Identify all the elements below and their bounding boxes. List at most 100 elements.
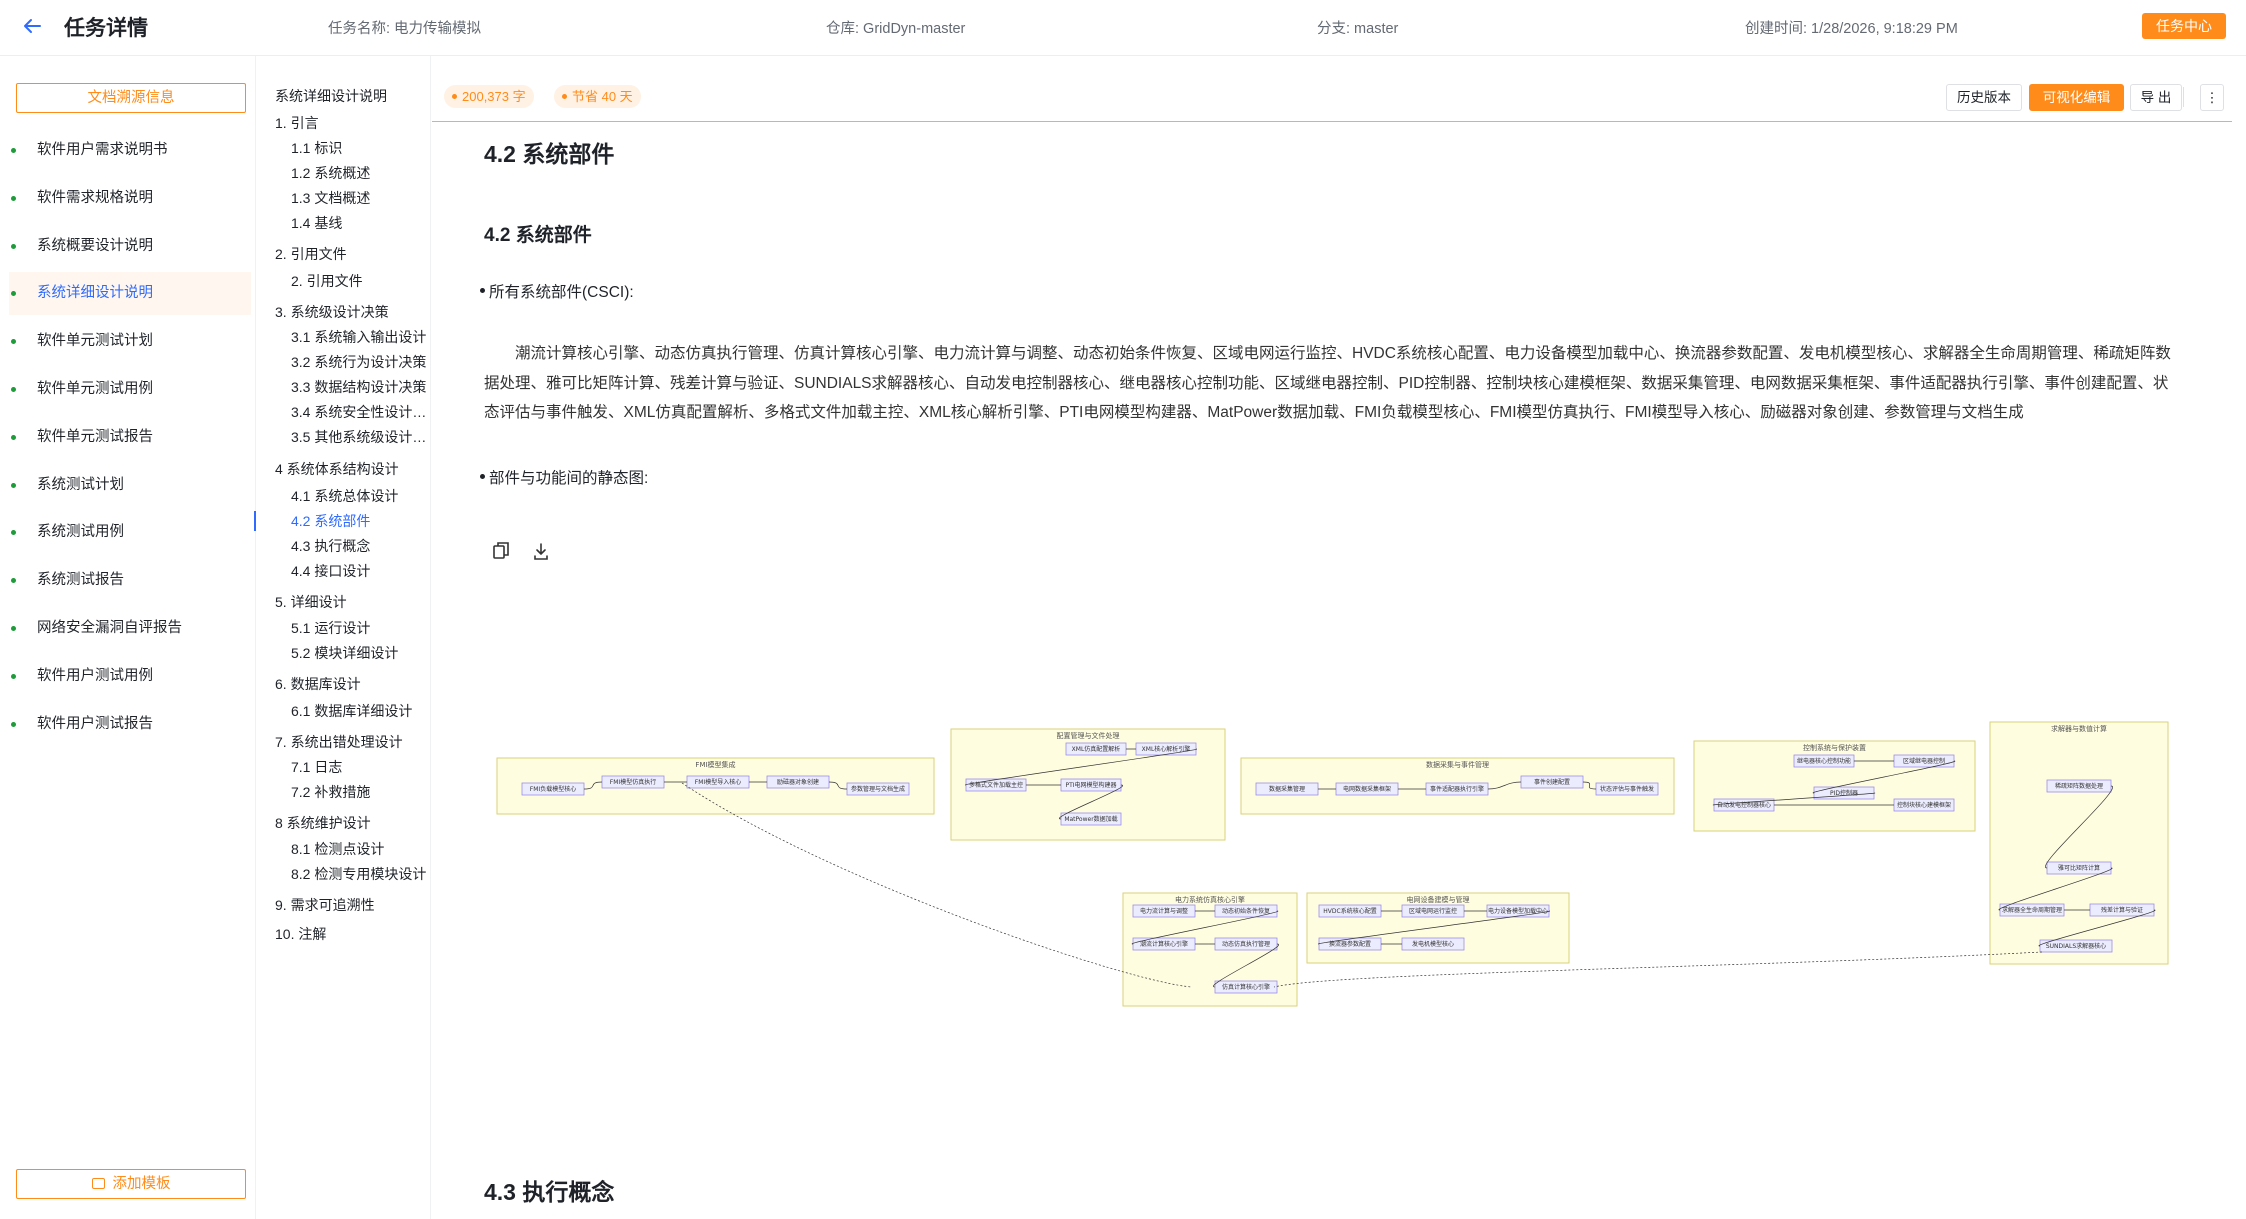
toc-item[interactable]: 4.4 接口设计 (291, 561, 370, 581)
template-icon (91, 1178, 105, 1189)
toc-item[interactable]: 系统详细设计说明 (275, 86, 387, 106)
doc-item[interactable]: 软件需求规格说明 (0, 177, 256, 220)
toc-item[interactable]: 4.1 系统总体设计 (291, 486, 398, 506)
toc-item[interactable]: 7.2 补救措施 (291, 782, 370, 802)
status-dot-icon (11, 721, 16, 727)
export-button[interactable]: 导 出 (2130, 84, 2182, 111)
node-label: MatPower数据加载 (1064, 815, 1117, 823)
toc-item[interactable]: 9. 需求可追溯性 (275, 895, 375, 915)
toc-item[interactable]: 4.2 系统部件 (291, 511, 370, 531)
toc-item[interactable]: 10. 注解 (275, 924, 326, 944)
doc-item-label: 系统测试报告 (37, 572, 124, 589)
toc-item[interactable]: 1. 引言 (275, 113, 319, 133)
diagram-node: 多格式文件加载主控 (965, 778, 1027, 792)
status-dot-icon (11, 148, 16, 153)
toc-item[interactable]: 1.4 基线 (291, 213, 342, 233)
toc-item[interactable]: 8.2 检测专用模块设计 (291, 864, 426, 884)
doc-item[interactable]: 软件用户测试用例 (0, 655, 256, 698)
toc-item[interactable]: 5.1 运行设计 (291, 618, 370, 638)
doc-item[interactable]: 系统概要设计说明 (0, 225, 256, 268)
cluster-background (1989, 721, 2169, 965)
doc-item[interactable]: 网络安全漏洞自评报告 (0, 607, 256, 650)
node-label: FMI负载模型核心 (530, 785, 576, 793)
doc-item-label: 系统概要设计说明 (37, 237, 153, 254)
next-section-heading: 4.3 执行概念 (484, 1179, 615, 1205)
node-label: 雅可比矩阵计算 (2058, 864, 2100, 872)
toc-item[interactable]: 2. 引用文件 (275, 244, 347, 264)
diagram-node: HVDC系统核心配置 (1318, 904, 1382, 918)
diagram-node: 电力设备模型加载中心 (1486, 904, 1550, 918)
top-header: 任务详情 任务名称: 电力传输模拟 仓库: GridDyn-master 分支:… (0, 0, 2246, 56)
doc-item[interactable]: 系统测试报告 (0, 559, 256, 602)
toc-item[interactable]: 1.3 文档概述 (291, 188, 370, 208)
node-label: 事件创建配置 (1534, 778, 1570, 786)
doc-item-label: 系统测试计划 (37, 476, 124, 493)
node-label: HVDC系统核心配置 (1323, 907, 1376, 915)
diagram-node: 稀疏矩阵数据处理 (2046, 779, 2112, 793)
diagram-node: 区域电网运行监控 (1401, 904, 1465, 918)
diagram-node: 电力流计算与调整 (1132, 904, 1196, 918)
node-label: 稀疏矩阵数据处理 (2055, 782, 2103, 790)
diagram-node: 电网数据采集框架 (1335, 782, 1399, 796)
status-dot-icon (11, 578, 16, 584)
node-label: SUNDIALS求解器核心 (2046, 942, 2106, 950)
diagram-node: 求解器全生命周期管理 (1999, 903, 2065, 917)
toc-item[interactable]: 3.3 数据结构设计决策 (291, 377, 426, 397)
node-label: 电力流计算与调整 (1140, 907, 1188, 915)
toc-item[interactable]: 5.2 模块详细设计 (291, 643, 398, 663)
toc-item[interactable]: 4.3 执行概念 (291, 536, 370, 556)
doc-trace-button[interactable]: 文档溯源信息 (16, 83, 246, 113)
diagram-cluster: 数据采集与事件管理数据采集管理 电网数据采集框架 事件适配器执行引擎 事件创建配置状态… (1240, 757, 1675, 815)
doc-item[interactable]: 系统详细设计说明 (9, 272, 251, 316)
diagram-node: FMI模型仿真执行 (601, 775, 665, 789)
diagram-cluster: 电网设备建模与管理 HVDC系统核心配置 区域电网运行监控 电力设备模型加载中心换流器… (1306, 892, 1570, 964)
toc-item[interactable]: 7. 系统出错处理设计 (275, 732, 403, 752)
diagram-node: 励磁器对象创建 (766, 775, 830, 789)
diagram-node: 发电机模型核心 (1401, 937, 1465, 951)
visual-edit-button[interactable]: 可视化编辑 (2029, 84, 2124, 111)
branch: 分支: master (1317, 21, 1399, 37)
doc-item[interactable]: 系统测试计划 (0, 464, 256, 507)
cluster-title: 电网设备建模与管理 (1407, 895, 1470, 904)
doc-item-label: 软件用户测试报告 (37, 715, 153, 732)
diagram-node: 区域继电器控制 (1893, 754, 1955, 768)
doc-item[interactable]: 软件单元测试用例 (0, 368, 256, 411)
doc-item[interactable]: 软件用户需求说明书 (0, 129, 256, 172)
toc-item[interactable]: 5. 详细设计 (275, 592, 347, 612)
toc-item[interactable]: 1.1 标识 (291, 138, 342, 158)
toc-item[interactable]: 8 系统维护设计 (275, 813, 371, 833)
add-template-button[interactable]: 添加模板 (16, 1169, 246, 1199)
more-button[interactable]: ⋮ (2200, 84, 2224, 111)
doc-item[interactable]: 软件用户测试报告 (0, 703, 256, 746)
node-label: 事件适配器执行引擎 (1430, 785, 1484, 793)
doc-item[interactable]: 软件单元测试报告 (0, 416, 256, 459)
status-dot-icon (11, 291, 16, 297)
toc-item[interactable]: 1.2 系统概述 (291, 163, 370, 183)
toc-item[interactable]: 4 系统体系结构设计 (275, 459, 399, 479)
toc-item[interactable]: 3.5 其他系统级设计决策 (291, 427, 427, 447)
toc-item[interactable]: 8.1 检测点设计 (291, 839, 384, 859)
doc-item[interactable]: 系统测试用例 (0, 511, 256, 554)
diagram-node: 动态仿真执行管理 (1214, 937, 1278, 951)
toc-item[interactable]: 6.1 数据库详细设计 (291, 701, 412, 721)
static-component-diagram: FMI模型集成 FMI负载模型核心 FMI模型仿真执行 FMI模型导入核心 励磁器对象创… (496, 721, 2169, 1007)
node-label: 控制块核心建模框架 (1897, 801, 1951, 809)
back-arrow-icon[interactable] (20, 14, 44, 38)
toc-item[interactable]: 6. 数据库设计 (275, 674, 361, 694)
toc-item[interactable]: 2. 引用文件 (291, 271, 363, 291)
toc-item[interactable]: 3.1 系统输入输出设计 (291, 327, 426, 347)
toc-item[interactable]: 3. 系统级设计决策 (275, 302, 389, 322)
toc-item[interactable]: 3.2 系统行为设计决策 (291, 352, 426, 372)
node-label: FMI模型导入核心 (695, 778, 741, 786)
status-dot-icon (11, 434, 16, 440)
task-center-button[interactable]: 任务中心 (2142, 13, 2226, 39)
document-toolbar: 200,373 字 节省 40 天 历史版本 可视化编辑 导 出 ⋮ (432, 56, 2232, 122)
node-label: 区域继电器控制 (1903, 757, 1945, 765)
document-sidebar: 文档溯源信息 软件用户需求说明书 软件需求规格说明系统概要设计说明系统详细设计说明… (0, 56, 256, 1219)
doc-item[interactable]: 软件单元测试计划 (0, 320, 256, 363)
toc-item[interactable]: 3.4 系统安全性设计决策 (291, 402, 427, 422)
history-button[interactable]: 历史版本 (1946, 84, 2022, 111)
toc-item[interactable]: 7.1 日志 (291, 757, 342, 777)
doc-item-label: 软件单元测试计划 (37, 333, 153, 350)
toc-active-marker (254, 511, 256, 531)
